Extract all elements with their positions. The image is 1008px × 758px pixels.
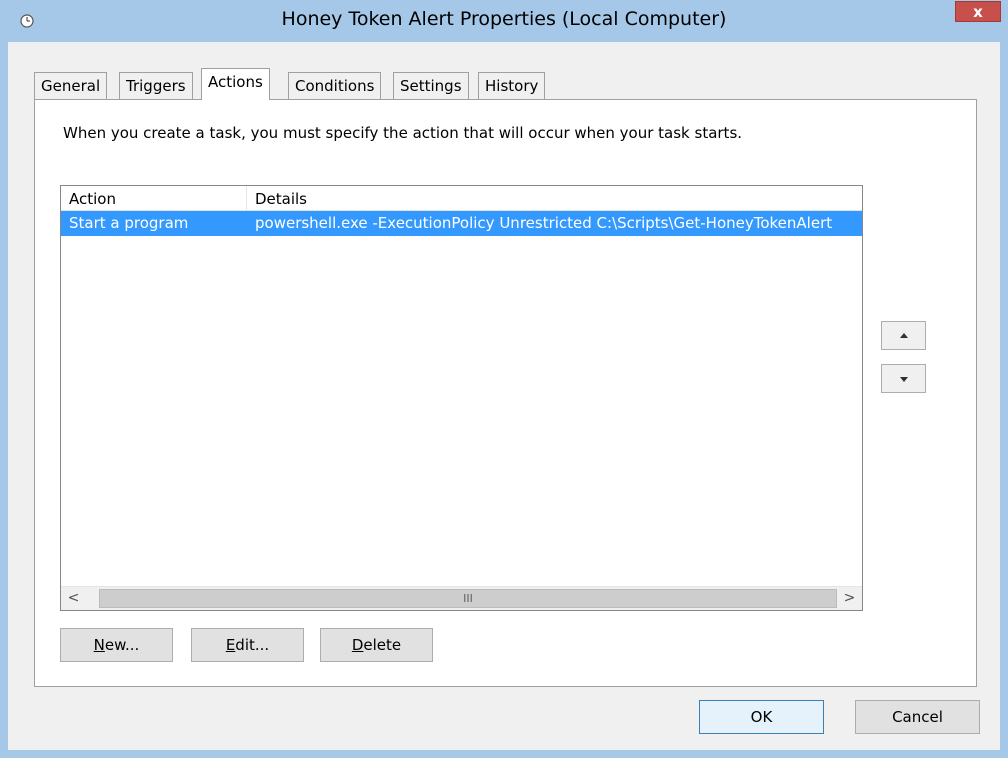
row-details-cell: powershell.exe -ExecutionPolicy Unrestri… bbox=[255, 214, 833, 232]
list-header: Action Details bbox=[61, 186, 862, 211]
tab-general[interactable]: General bbox=[34, 72, 108, 99]
triangle-down-icon bbox=[899, 377, 908, 382]
edit-mnemonic: E bbox=[225, 636, 236, 654]
column-header-action[interactable]: Action bbox=[61, 186, 247, 210]
dialog-window: Honey Token Alert Properties (Local Comp… bbox=[0, 0, 1008, 758]
tab-conditions[interactable]: Conditions bbox=[288, 72, 382, 99]
column-header-details[interactable]: Details bbox=[247, 186, 862, 210]
cancel-button[interactable]: Cancel bbox=[855, 700, 980, 734]
tab-triggers[interactable]: Triggers bbox=[119, 72, 193, 99]
new-label: ew... bbox=[104, 636, 140, 654]
scroll-thumb[interactable]: III bbox=[99, 589, 837, 608]
close-button[interactable]: x bbox=[955, 1, 1001, 22]
scroll-left-button[interactable]: < bbox=[61, 587, 86, 610]
scroll-right-button[interactable]: > bbox=[837, 587, 862, 610]
dialog-client: General Triggers Actions Conditions Sett… bbox=[8, 42, 1000, 750]
row-action-cell: Start a program bbox=[69, 214, 189, 232]
tab-history[interactable]: History bbox=[478, 72, 546, 99]
delete-mnemonic: D bbox=[351, 636, 364, 654]
new-button[interactable]: New... bbox=[60, 628, 173, 662]
scroll-grip-icon: III bbox=[463, 592, 473, 605]
horizontal-scrollbar[interactable]: < III > bbox=[61, 586, 862, 610]
actions-tab-panel: When you create a task, you must specify… bbox=[34, 99, 977, 687]
move-up-button[interactable] bbox=[881, 321, 926, 350]
triangle-up-icon bbox=[899, 333, 908, 338]
actions-description: When you create a task, you must specify… bbox=[63, 124, 743, 142]
list-row[interactable]: Start a program powershell.exe -Executio… bbox=[61, 211, 862, 236]
move-down-button[interactable] bbox=[881, 364, 926, 393]
new-mnemonic: N bbox=[93, 636, 105, 654]
ok-button[interactable]: OK bbox=[699, 700, 824, 734]
title-bar[interactable]: Honey Token Alert Properties (Local Comp… bbox=[0, 0, 1008, 42]
tab-settings[interactable]: Settings bbox=[393, 72, 469, 99]
delete-label: elete bbox=[363, 636, 402, 654]
edit-button[interactable]: Edit... bbox=[191, 628, 304, 662]
edit-label: dit... bbox=[235, 636, 270, 654]
actions-list[interactable]: Action Details Start a program powershel… bbox=[60, 185, 863, 611]
window-title: Honey Token Alert Properties (Local Comp… bbox=[281, 8, 727, 30]
tab-actions[interactable]: Actions bbox=[201, 68, 270, 100]
delete-button[interactable]: Delete bbox=[320, 628, 433, 662]
